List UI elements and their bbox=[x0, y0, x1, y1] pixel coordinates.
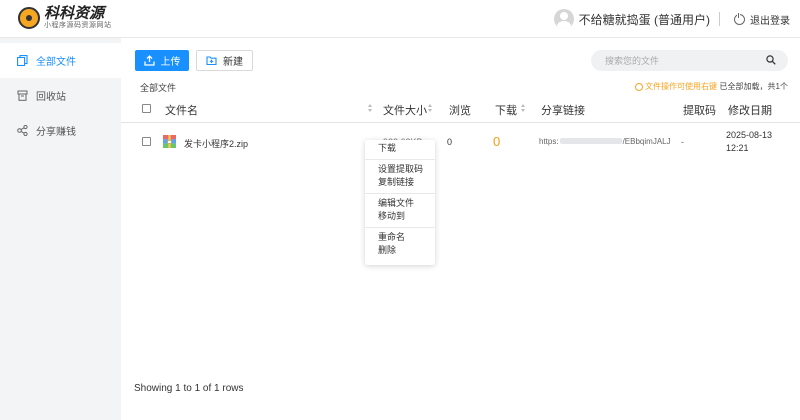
menu-item-set-code[interactable]: 设置提取码 bbox=[365, 163, 435, 177]
column-downloads[interactable]: 下载 bbox=[495, 102, 517, 118]
share-link-prefix: https: bbox=[539, 137, 559, 146]
view-count: 0 bbox=[447, 137, 453, 147]
file-panel: 上传 新建 全部文件 文件操作可使用右键 已全部加载，共1个 文件名 文件大小 … bbox=[121, 38, 800, 420]
upload-label: 上传 bbox=[160, 57, 181, 68]
share-link-suffix: /EBbqimJALJ bbox=[622, 137, 671, 146]
extract-code: - bbox=[681, 137, 684, 147]
table-header: 文件名 文件大小 浏览 下载 分享链接 提取码 修改日期 bbox=[121, 95, 800, 123]
sidebar: 全部文件 回收站 分享赚钱 bbox=[0, 38, 121, 420]
menu-item-rename[interactable]: 重命名 bbox=[365, 231, 435, 245]
menu-item-copy-link[interactable]: 复制链接 bbox=[365, 176, 435, 190]
hint-text: 文件操作可使用右键 bbox=[645, 82, 717, 91]
menu-divider bbox=[365, 158, 435, 160]
column-views[interactable]: 浏览 bbox=[449, 102, 471, 118]
new-folder-icon bbox=[206, 56, 217, 66]
sort-name-icon[interactable] bbox=[368, 104, 373, 113]
share-link[interactable]: https: /EBbqimJALJ bbox=[539, 137, 671, 146]
menu-divider bbox=[365, 192, 435, 194]
power-icon[interactable] bbox=[734, 12, 745, 25]
trash-icon bbox=[16, 90, 28, 102]
select-all-checkbox[interactable] bbox=[142, 104, 151, 113]
info-icon bbox=[635, 82, 643, 91]
row-checkbox[interactable] bbox=[142, 137, 151, 146]
sidebar-item-all-files[interactable]: 全部文件 bbox=[0, 43, 121, 78]
modified-time: 12:21 bbox=[726, 143, 749, 153]
share-icon bbox=[16, 125, 28, 137]
breadcrumb[interactable]: 全部文件 bbox=[140, 81, 176, 94]
table-row[interactable]: 发卡小程序2.zip 922.63KB 0 0 https:/EBbqimJAL… bbox=[121, 124, 800, 160]
search-box bbox=[591, 50, 788, 71]
user-area: 不给糖就捣蛋 (普通用户) 退出登录 bbox=[553, 0, 790, 38]
search-icon[interactable] bbox=[766, 55, 776, 65]
sidebar-item-label: 分享赚钱 bbox=[36, 127, 76, 138]
menu-item-move[interactable]: 移动到 bbox=[365, 210, 435, 224]
new-label: 新建 bbox=[223, 57, 243, 68]
zip-file-icon bbox=[163, 135, 176, 148]
column-code[interactable]: 提取码 bbox=[683, 102, 716, 118]
sort-downloads-icon[interactable] bbox=[521, 104, 526, 113]
column-size[interactable]: 文件大小 bbox=[383, 102, 427, 118]
load-status: 已全部加载，共1个 bbox=[719, 82, 788, 91]
logo-title: 科科资源 bbox=[44, 5, 105, 22]
column-share-link[interactable]: 分享链接 bbox=[541, 102, 585, 118]
sidebar-item-recycle-bin[interactable]: 回收站 bbox=[0, 78, 121, 113]
upload-button[interactable]: 上传 bbox=[135, 50, 189, 71]
column-name[interactable]: 文件名 bbox=[165, 102, 198, 118]
username[interactable]: 不给糖就捣蛋 (普通用户) bbox=[579, 11, 710, 28]
site-logo[interactable]: 科科资源 小程序源码资源网站 bbox=[18, 6, 112, 30]
sidebar-item-label: 回收站 bbox=[36, 92, 66, 103]
top-header: 科科资源 小程序源码资源网站 不给糖就捣蛋 (普通用户) 退出登录 bbox=[0, 0, 800, 38]
sidebar-item-label: 全部文件 bbox=[36, 57, 76, 68]
menu-item-edit[interactable]: 编辑文件 bbox=[365, 197, 435, 211]
file-name-link[interactable]: 发卡小程序2.zip bbox=[184, 137, 248, 150]
sort-size-icon[interactable] bbox=[428, 104, 433, 113]
avatar[interactable] bbox=[553, 9, 574, 29]
menu-item-delete[interactable]: 删除 bbox=[365, 244, 435, 258]
download-count: 0 bbox=[493, 134, 501, 149]
context-menu-hint: 文件操作可使用右键 bbox=[635, 81, 717, 92]
search-input[interactable] bbox=[605, 55, 755, 66]
logout-link[interactable]: 退出登录 bbox=[750, 12, 790, 27]
files-icon bbox=[16, 55, 28, 67]
header-divider bbox=[719, 12, 720, 26]
modified-date: 2025-08-13 bbox=[726, 130, 773, 140]
new-button[interactable]: 新建 bbox=[196, 50, 253, 71]
sidebar-item-share-earn[interactable]: 分享赚钱 bbox=[0, 113, 121, 148]
upload-icon bbox=[143, 55, 155, 66]
logo-subtitle: 小程序源码资源网站 bbox=[44, 22, 112, 29]
context-menu: 下载 设置提取码 复制链接 编辑文件 移动到 重命名 删除 bbox=[365, 140, 435, 265]
column-date[interactable]: 修改日期 bbox=[728, 102, 772, 118]
share-link-redacted bbox=[559, 138, 622, 144]
logo-mark-icon bbox=[18, 7, 40, 29]
pagination-info: Showing 1 to 1 of 1 rows bbox=[134, 383, 244, 394]
menu-divider bbox=[365, 226, 435, 228]
menu-item-download[interactable]: 下载 bbox=[365, 142, 435, 156]
